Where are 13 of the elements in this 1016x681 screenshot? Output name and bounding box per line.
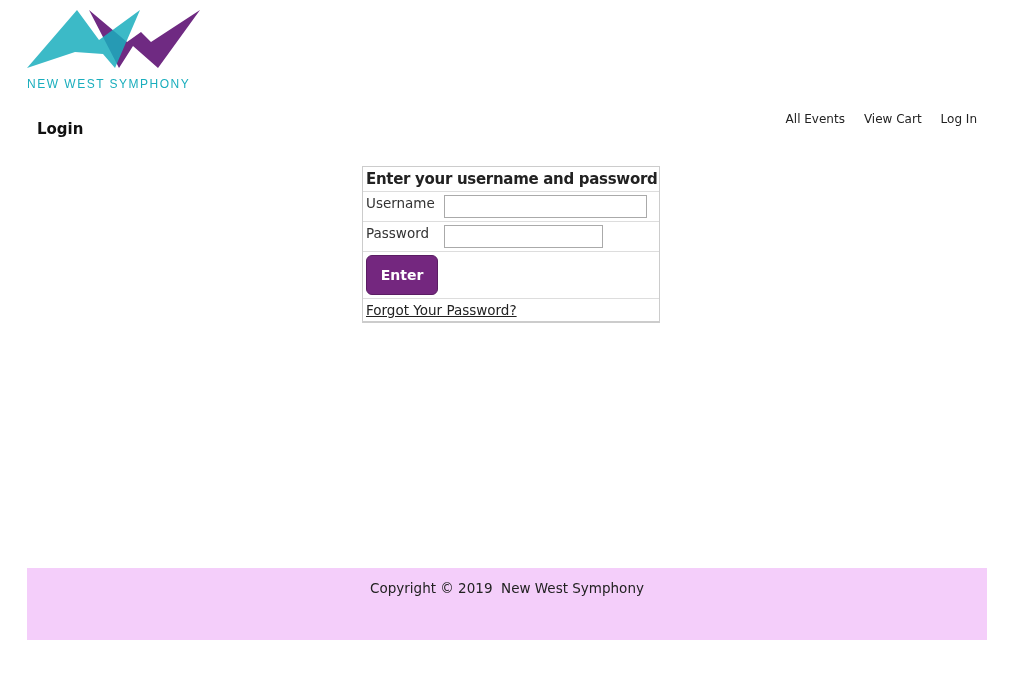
nav-link[interactable]: All Events — [785, 112, 845, 138]
nav-link[interactable]: Log In — [940, 112, 977, 138]
field-label: Username — [366, 195, 436, 211]
enter-button[interactable]: Enter — [366, 255, 438, 295]
password-field[interactable] — [444, 225, 603, 248]
copyright-text: Copyright © 2019 New West Symphony — [370, 580, 644, 598]
field-label: Password — [366, 225, 431, 241]
page-title: Login — [37, 120, 84, 138]
nav-link[interactable]: View Cart — [863, 112, 922, 138]
logo-text: NEW WEST SYMPHONY — [27, 76, 191, 92]
username-field[interactable] — [444, 195, 647, 218]
form-heading: Enter your username and password — [366, 170, 658, 188]
forgot-password-link[interactable]: Forgot Your Password? — [366, 302, 517, 318]
